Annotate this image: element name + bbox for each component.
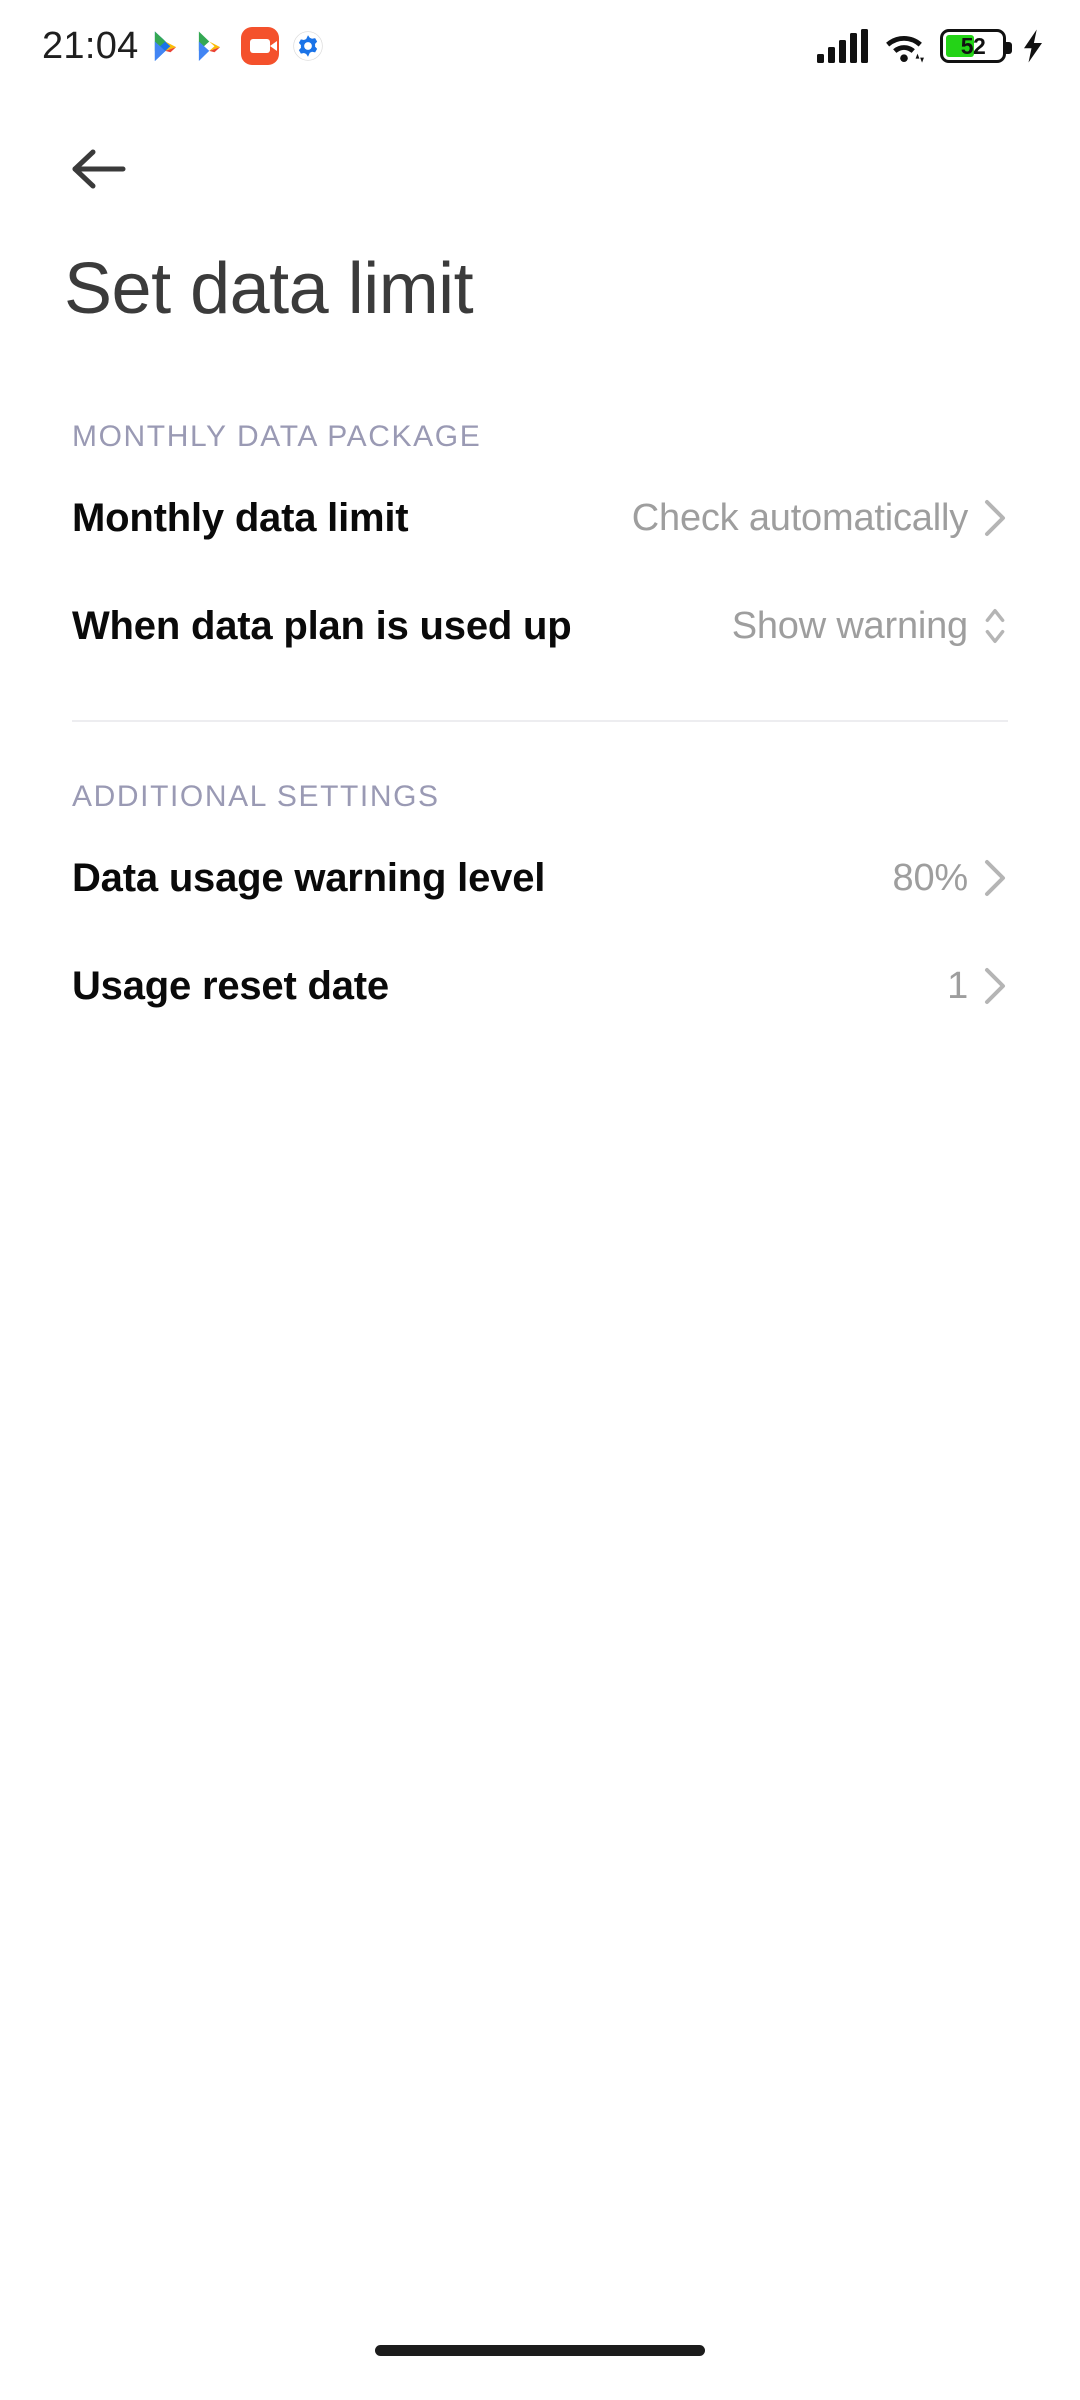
charging-bolt-icon	[1024, 29, 1042, 63]
up-down-chevron-icon	[985, 609, 1005, 643]
play-store-icon	[198, 31, 220, 61]
row-value: 1	[947, 964, 968, 1007]
cellular-signal-icon	[817, 29, 868, 63]
battery-percent-label: 52	[960, 32, 986, 59]
play-store-icon	[154, 31, 176, 61]
row-accessory-group: 80%	[893, 857, 1008, 900]
screen-recorder-icon	[240, 27, 279, 65]
row-label: Monthly data limit	[72, 496, 409, 540]
back-button[interactable]	[56, 126, 142, 212]
chevron-right-icon	[985, 968, 1005, 1004]
section-header-additional-settings: ADDITIONAL SETTINGS	[72, 780, 440, 813]
row-accessory-group: Check automatically	[632, 497, 1008, 540]
chevron-right-icon	[985, 500, 1005, 536]
row-monthly-data-limit[interactable]: Monthly data limit Check automatically	[0, 464, 1080, 572]
row-when-data-plan-used-up[interactable]: When data plan is used up Show warning	[0, 572, 1080, 680]
section-header-monthly-data-package: MONTHLY DATA PACKAGE	[72, 420, 482, 453]
row-accessory-group: Show warning	[732, 605, 1008, 648]
wifi-icon	[886, 36, 924, 63]
status-bar: 21:04 52	[0, 0, 1080, 92]
row-accessory-group: 1	[947, 965, 1008, 1008]
phone-screen: 21:04 52 Set data limit MONTHLY DATA PAC…	[0, 0, 1080, 2400]
status-bar-left: 21:04	[42, 25, 323, 68]
row-value: Check automatically	[631, 496, 968, 539]
chevron-right-icon	[985, 860, 1005, 896]
settings-list: MONTHLY DATA PACKAGE Monthly data limit …	[0, 420, 1080, 1040]
home-indicator[interactable]	[375, 2345, 705, 2356]
status-bar-clock: 21:04	[42, 24, 139, 67]
row-value: 80%	[892, 856, 969, 899]
row-usage-reset-date[interactable]: Usage reset date 1	[0, 932, 1080, 1040]
battery-icon: 52	[940, 29, 1012, 63]
row-label: Data usage warning level	[72, 856, 546, 900]
row-value: Show warning	[731, 604, 968, 647]
page-title: Set data limit	[64, 249, 474, 329]
back-arrow-icon	[72, 149, 126, 189]
row-label: Usage reset date	[72, 964, 389, 1008]
row-label: When data plan is used up	[72, 604, 572, 648]
status-bar-right: 52	[817, 28, 1046, 64]
row-data-usage-warning-level[interactable]: Data usage warning level 80%	[0, 824, 1080, 932]
google-settings-gear-icon	[292, 31, 323, 61]
top-app-bar	[0, 118, 1080, 218]
